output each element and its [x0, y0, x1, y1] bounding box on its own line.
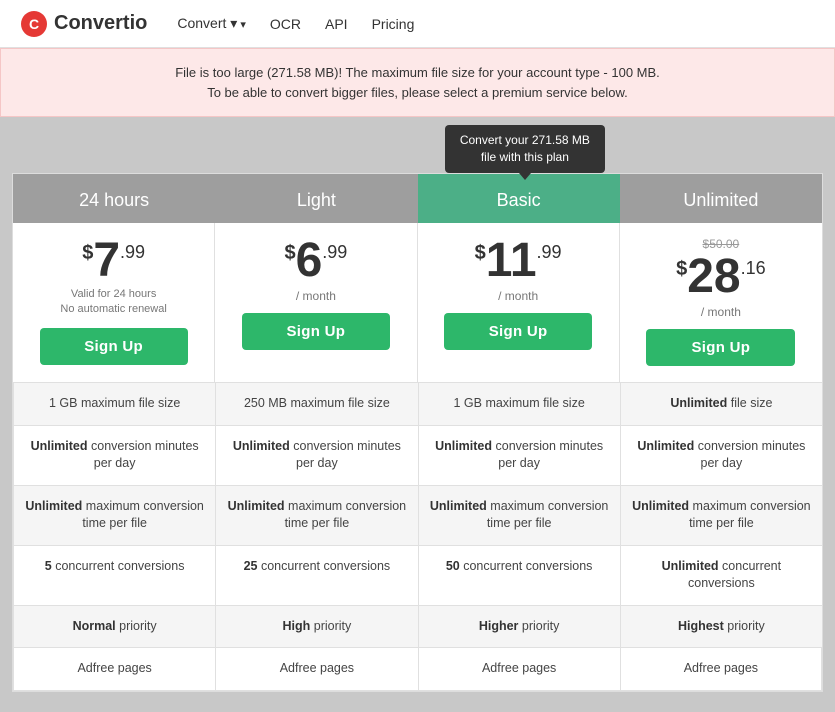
plan-header-basic: Basic	[418, 174, 620, 223]
feature-priority-col0: Normal priority	[13, 606, 215, 649]
feature-concurrent-col1: 25 concurrent conversions	[215, 546, 417, 606]
tooltip-row: Convert your 271.58 MB file with this pl…	[12, 127, 823, 173]
feature-conv-time-col3: Unlimited maximum conversion time per fi…	[620, 486, 822, 546]
feature-conv-minutes-col0: Unlimited conversion minutes per day	[13, 426, 215, 486]
feature-file-size-col3: Unlimited file size	[620, 383, 822, 426]
price-main-basic: $ 11 .99	[426, 237, 611, 285]
feature-bold-priority-col0: Normal	[73, 619, 116, 633]
price-int-24hours: 7	[93, 237, 120, 285]
signup-btn-unlimited[interactable]: Sign Up	[646, 329, 795, 366]
svg-text:C: C	[29, 16, 39, 32]
price-section-unlimited: $50.00 $ 28 .16 / month Sign Up	[620, 223, 822, 383]
price-int-basic: 11	[486, 237, 537, 285]
feature-concurrent-col3: Unlimited concurrent conversions	[620, 546, 822, 606]
price-decimal-light: .99	[322, 243, 347, 261]
price-original-unlimited: $50.00	[628, 237, 814, 251]
logo-icon: C	[20, 10, 48, 38]
feature-bold-conv-minutes-col3: Unlimited	[637, 439, 694, 453]
signup-btn-24hours[interactable]: Sign Up	[40, 328, 188, 365]
main-content: Convert your 271.58 MB file with this pl…	[0, 117, 835, 712]
feature-bold-priority-col3: Highest	[678, 619, 724, 633]
plan-header-light: Light	[215, 174, 417, 223]
price-period-light: / month	[223, 289, 408, 303]
feature-priority-col2: Higher priority	[418, 606, 620, 649]
feature-bold-concurrent-col3: Unlimited	[662, 559, 719, 573]
price-note-24hours: Valid for 24 hoursNo automatic renewal	[21, 287, 206, 318]
plan-header-24hours: 24 hours	[13, 174, 215, 223]
price-period-unlimited: / month	[628, 305, 814, 319]
signup-btn-light[interactable]: Sign Up	[242, 313, 390, 350]
plan-header-unlimited: Unlimited	[620, 174, 822, 223]
feature-adfree-col1: Adfree pages	[215, 648, 417, 691]
price-dollar-24hours: $	[82, 243, 93, 263]
feature-bold-conv-minutes-col1: Unlimited	[233, 439, 290, 453]
nav-pricing[interactable]: Pricing	[372, 16, 415, 32]
feature-bold-conv-time-col3: Unlimited	[632, 499, 689, 513]
price-period-basic: / month	[426, 289, 611, 303]
feature-bold-priority-col1: High	[282, 619, 310, 633]
price-dollar-light: $	[284, 243, 295, 263]
price-section-24hours: $ 7 .99 Valid for 24 hoursNo automatic r…	[13, 223, 215, 383]
feature-conv-minutes-col1: Unlimited conversion minutes per day	[215, 426, 417, 486]
price-section-light: $ 6 .99 / month Sign Up	[215, 223, 417, 383]
nav-convert[interactable]: Convert ▾	[177, 15, 246, 32]
nav-api[interactable]: API	[325, 16, 348, 32]
tooltip-text: Convert your 271.58 MB file with this pl…	[460, 133, 590, 164]
feature-conv-time-col2: Unlimited maximum conversion time per fi…	[418, 486, 620, 546]
feature-bold-conv-time-col2: Unlimited	[430, 499, 487, 513]
price-decimal-24hours: .99	[120, 243, 145, 261]
feature-file-size-col1: 250 MB maximum file size	[215, 383, 417, 426]
feature-concurrent-col0: 5 concurrent conversions	[13, 546, 215, 606]
signup-btn-basic[interactable]: Sign Up	[444, 313, 592, 350]
feature-bold-conv-minutes-col0: Unlimited	[31, 439, 88, 453]
feature-priority-col3: Highest priority	[620, 606, 822, 649]
feature-bold-conv-minutes-col2: Unlimited	[435, 439, 492, 453]
feature-conv-time-col0: Unlimited maximum conversion time per fi…	[13, 486, 215, 546]
price-decimal-unlimited: .16	[741, 259, 766, 277]
feature-bold-conv-time-col1: Unlimited	[228, 499, 285, 513]
price-main-unlimited: $ 28 .16	[628, 253, 814, 301]
tooltip-box: Convert your 271.58 MB file with this pl…	[445, 125, 605, 173]
price-decimal-basic: .99	[537, 243, 562, 261]
feature-concurrent-col2: 50 concurrent conversions	[418, 546, 620, 606]
price-section-basic: $ 11 .99 / month Sign Up	[418, 223, 620, 383]
price-dollar-unlimited: $	[676, 259, 687, 279]
alert-line2: To be able to convert bigger files, plea…	[21, 83, 814, 103]
feature-adfree-col0: Adfree pages	[13, 648, 215, 691]
feature-bold-conv-time-col0: Unlimited	[25, 499, 82, 513]
logo[interactable]: C Convertio	[20, 10, 147, 38]
feature-file-size-col2: 1 GB maximum file size	[418, 383, 620, 426]
feature-priority-col1: High priority	[215, 606, 417, 649]
feature-bold-concurrent-col2: 50	[446, 559, 460, 573]
price-main-light: $ 6 .99	[223, 237, 408, 285]
feature-file-size-col0: 1 GB maximum file size	[13, 383, 215, 426]
alert-banner: File is too large (271.58 MB)! The maxim…	[0, 48, 835, 117]
feature-conv-time-col1: Unlimited maximum conversion time per fi…	[215, 486, 417, 546]
nav-links: Convert ▾ OCR API Pricing	[177, 15, 414, 32]
feature-adfree-col2: Adfree pages	[418, 648, 620, 691]
pricing-grid: 24 hoursLightBasicUnlimited $ 7 .99 Vali…	[12, 173, 823, 692]
price-dollar-basic: $	[475, 243, 486, 263]
feature-adfree-col3: Adfree pages	[620, 648, 822, 691]
feature-conv-minutes-col2: Unlimited conversion minutes per day	[418, 426, 620, 486]
navbar: C Convertio Convert ▾ OCR API Pricing	[0, 0, 835, 48]
price-int-unlimited: 28	[687, 253, 740, 301]
price-int-light: 6	[296, 237, 323, 285]
logo-text: Convertio	[54, 12, 147, 35]
price-main-24hours: $ 7 .99	[21, 237, 206, 285]
nav-ocr[interactable]: OCR	[270, 16, 301, 32]
feature-bold-priority-col2: Higher	[479, 619, 519, 633]
feature-bold-concurrent-col0: 5	[45, 559, 52, 573]
feature-conv-minutes-col3: Unlimited conversion minutes per day	[620, 426, 822, 486]
feature-bold-file-size-col3: Unlimited	[670, 396, 727, 410]
alert-line1: File is too large (271.58 MB)! The maxim…	[21, 63, 814, 83]
feature-bold-concurrent-col1: 25	[244, 559, 258, 573]
